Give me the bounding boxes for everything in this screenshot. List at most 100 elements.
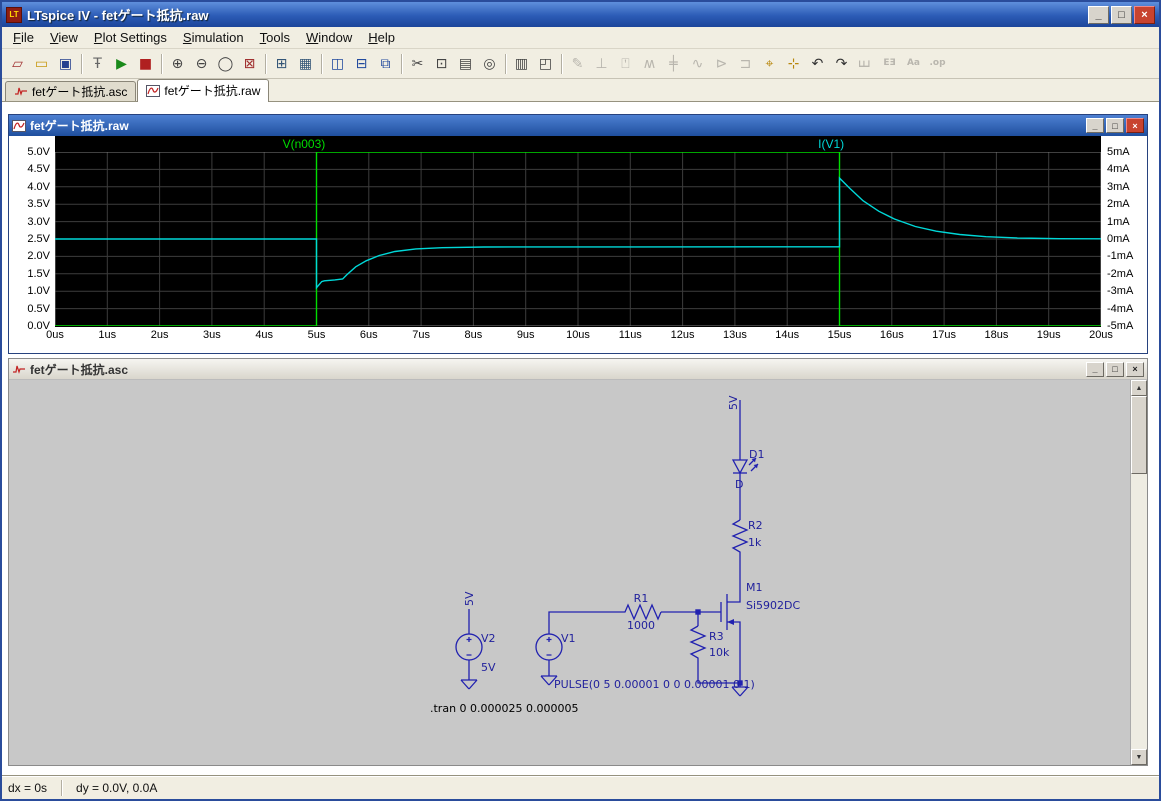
scroll-up-button[interactable]: ▲ xyxy=(1131,380,1147,396)
find-icon: ◎ xyxy=(483,57,495,71)
right-axis-tick: -2mA xyxy=(1107,268,1133,280)
zoom-full-extents-button[interactable]: ⊠ xyxy=(238,52,261,75)
print-preview-button[interactable]: ◰ xyxy=(534,52,557,75)
app-logo-icon: LT xyxy=(6,7,22,23)
waveform-window-titlebar[interactable]: fetゲート抵抗.raw _ □ × xyxy=(9,115,1147,136)
cascade-windows-icon: ⧉ xyxy=(381,57,391,71)
pan-button[interactable]: ◯ xyxy=(214,52,237,75)
right-axis-tick: -4mA xyxy=(1107,303,1133,315)
r3-value-label[interactable]: 10k xyxy=(709,646,730,659)
r2-value-label[interactable]: 1k xyxy=(748,536,762,549)
halt-simulation-button[interactable]: ■ xyxy=(134,52,157,75)
rail-5v-label[interactable]: 5V xyxy=(727,395,740,410)
print-button[interactable]: ▥ xyxy=(510,52,533,75)
spice-directive-icon: .op xyxy=(929,59,945,68)
find-button[interactable]: ◎ xyxy=(478,52,501,75)
cut-button[interactable]: ✂ xyxy=(406,52,429,75)
vertical-scrollbar[interactable]: ▲ ▼ xyxy=(1130,380,1147,765)
scrollbar-thumb[interactable] xyxy=(1131,396,1147,474)
zoom-in-button[interactable]: ⊕ xyxy=(166,52,189,75)
maximize-button[interactable]: □ xyxy=(1111,6,1132,24)
tab-waveform[interactable]: fetゲート抵抗.raw xyxy=(137,79,269,102)
minimize-button[interactable]: _ xyxy=(1086,118,1104,133)
undo-button[interactable]: ↶ xyxy=(806,52,829,75)
zoom-out-icon: ⊖ xyxy=(196,57,208,71)
tab-schematic[interactable]: fetゲート抵抗.asc xyxy=(5,81,136,101)
r1-value-label[interactable]: 1000 xyxy=(627,619,655,632)
save-icon: ▣ xyxy=(59,57,72,71)
move-icon: ⌖ xyxy=(766,57,774,71)
wire xyxy=(469,400,740,687)
plot-pane[interactable]: V(n003) I(V1) xyxy=(55,136,1101,327)
control-panel-button[interactable]: Ŧ xyxy=(86,52,109,75)
redo-button[interactable]: ↷ xyxy=(830,52,853,75)
tile-horizontal-button[interactable]: ⊟ xyxy=(350,52,373,75)
left-axis-tick: 4.0V xyxy=(27,181,50,193)
d1-value-label[interactable]: D xyxy=(735,478,743,491)
r1-name-label[interactable]: R1 xyxy=(634,592,649,605)
maximize-button[interactable]: □ xyxy=(1106,362,1124,377)
right-axis-tick: -3mA xyxy=(1107,285,1133,297)
trace-label-i-v1-[interactable]: I(V1) xyxy=(818,137,844,151)
left-axis-tick: 1.0V xyxy=(27,285,50,297)
menu-bar: File View Plot Settings Simulation Tools… xyxy=(2,27,1159,49)
waveform-file-icon xyxy=(146,85,160,97)
save-button[interactable]: ▣ xyxy=(54,52,77,75)
left-axis-tick: 2.5V xyxy=(27,233,50,245)
autorange-y-axis-button[interactable]: ⊞ xyxy=(270,52,293,75)
menu-file[interactable]: File xyxy=(6,28,41,47)
v2-rail-label[interactable]: 5V xyxy=(463,591,476,606)
cascade-windows-button[interactable]: ⧉ xyxy=(374,52,397,75)
schematic-window-titlebar[interactable]: fetゲート抵抗.asc _ □ × xyxy=(9,359,1147,380)
place-inductor-icon: ∿ xyxy=(692,57,704,71)
run-simulation-button[interactable]: ▶ xyxy=(110,52,133,75)
v1-name-label[interactable]: V1 xyxy=(561,632,576,645)
trace-label-v-n003-[interactable]: V(n003) xyxy=(283,137,326,151)
r2-name-label[interactable]: R2 xyxy=(748,519,763,532)
v1-pulse-label[interactable]: PULSE(0 5 0.00001 0 0 0.00001 0 1) xyxy=(554,678,755,691)
left-axis-tick: 3.0V xyxy=(27,216,50,228)
manual-limits-button[interactable]: ▦ xyxy=(294,52,317,75)
close-button[interactable]: × xyxy=(1126,362,1144,377)
time-axis-tick: 11us xyxy=(619,329,642,341)
close-button[interactable]: × xyxy=(1126,118,1144,133)
left-axis-tick: 2.0V xyxy=(27,250,50,262)
waveform-window-title: fetゲート抵抗.raw xyxy=(30,117,129,134)
scroll-down-button[interactable]: ▼ xyxy=(1131,749,1147,765)
move-button[interactable]: ⌖ xyxy=(758,52,781,75)
menu-tools[interactable]: Tools xyxy=(253,28,297,47)
zoom-full-extents-icon: ⊠ xyxy=(244,57,256,71)
v2-name-label[interactable]: V2 xyxy=(481,632,496,645)
d1-name-label[interactable]: D1 xyxy=(749,448,764,461)
status-separator xyxy=(61,780,62,796)
drag-button[interactable]: ⊹ xyxy=(782,52,805,75)
toolbar-separator xyxy=(161,54,162,74)
time-axis-tick: 2us xyxy=(151,329,169,341)
zoom-in-icon: ⊕ xyxy=(172,57,184,71)
v2-value-label[interactable]: 5V xyxy=(481,661,496,674)
menu-window[interactable]: Window xyxy=(299,28,359,47)
zoom-out-button[interactable]: ⊖ xyxy=(190,52,213,75)
schematic-canvas[interactable]: V2 5V 5V V1 R1 1000 R3 10k M1 Si5902DC R… xyxy=(9,380,1130,765)
m1-value-label[interactable]: Si5902DC xyxy=(746,599,801,612)
menu-simulation[interactable]: Simulation xyxy=(176,28,251,47)
maximize-button[interactable]: □ xyxy=(1106,118,1124,133)
minimize-button[interactable]: _ xyxy=(1086,362,1104,377)
copy-button[interactable]: ⊡ xyxy=(430,52,453,75)
paste-button[interactable]: ▤ xyxy=(454,52,477,75)
close-button[interactable]: × xyxy=(1134,6,1155,24)
rotate-button: E xyxy=(854,52,877,75)
menu-help[interactable]: Help xyxy=(361,28,402,47)
new-schematic-button[interactable]: ▱ xyxy=(6,52,29,75)
menu-plot-settings[interactable]: Plot Settings xyxy=(87,28,174,47)
minimize-button[interactable]: _ xyxy=(1088,6,1109,24)
menu-view[interactable]: View xyxy=(43,28,85,47)
tile-vertical-button[interactable]: ◫ xyxy=(326,52,349,75)
toolbar-separator xyxy=(561,54,562,74)
window-title: LTspice IV - fetゲート抵抗.raw xyxy=(27,5,209,24)
r3-name-label[interactable]: R3 xyxy=(709,630,724,643)
open-file-button[interactable]: ▭ xyxy=(30,52,53,75)
tran-directive[interactable]: .tran 0 0.000025 0.000005 xyxy=(430,702,579,715)
m1-name-label[interactable]: M1 xyxy=(746,581,763,594)
wave-plot-area[interactable]: V(n003)I(V1) 5.0V4.5V4.0V3.5V3.0V2.5V2.0… xyxy=(9,136,1147,353)
